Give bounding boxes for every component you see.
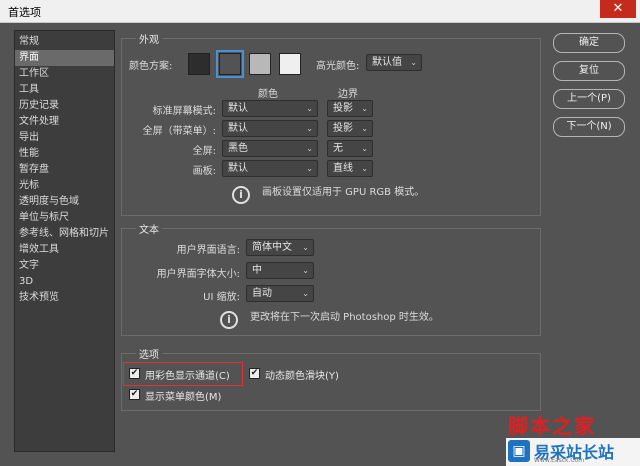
highlight-color-dropdown[interactable]: 默认值 ⌄ — [366, 54, 422, 71]
chevron-down-icon: ⌄ — [361, 164, 368, 173]
appearance-border-value: 直线 — [333, 163, 353, 174]
ui-font-size-label: 用户界面字体大小: — [156, 269, 240, 280]
appearance-border-dropdown[interactable]: 无 ⌄ — [327, 140, 373, 157]
sidebar-item[interactable]: 光标 — [15, 178, 114, 194]
sidebar-item[interactable]: 界面 — [15, 50, 114, 66]
appearance-title: 外观 — [136, 31, 162, 46]
watermark-easck-url: Www.Easck.Com — [534, 457, 585, 464]
appearance-border-value: 投影 — [333, 103, 353, 114]
appearance-color-dropdown[interactable]: 黑色 ⌄ — [222, 140, 318, 157]
appearance-border-value: 无 — [333, 143, 343, 154]
chevron-down-icon: ⌄ — [410, 58, 417, 67]
appearance-color-dropdown[interactable]: 默认 ⌄ — [222, 100, 318, 117]
appearance-row-label: 标准屏幕模式: — [152, 106, 216, 117]
appearance-color-value: 默认 — [228, 103, 248, 114]
sidebar-item[interactable]: 文字 — [15, 258, 114, 274]
sidebar-item[interactable]: 文件处理 — [15, 114, 114, 130]
ui-scale-label: UI 缩放: — [203, 292, 240, 303]
chevron-down-icon: ⌄ — [306, 124, 313, 133]
show-channels-in-color-checkbox[interactable]: ✔ — [129, 368, 140, 379]
ui-language-label: 用户界面语言: — [176, 245, 240, 256]
chevron-down-icon: ⌄ — [306, 104, 313, 113]
color-theme-swatch-lightest[interactable] — [279, 53, 301, 75]
chevron-down-icon: ⌄ — [306, 164, 313, 173]
watermark-jb51: 脚本之家 — [508, 414, 596, 438]
chevron-down-icon: ⌄ — [306, 144, 313, 153]
text-group-title: 文本 — [136, 221, 162, 236]
reset-button[interactable]: 复位 — [553, 61, 625, 81]
chevron-down-icon: ⌄ — [302, 243, 309, 252]
ui-language-value: 简体中文 — [252, 242, 292, 253]
ok-button[interactable]: 确定 — [553, 33, 625, 53]
appearance-color-value: 黑色 — [228, 143, 248, 154]
window-title: 首选项 — [8, 6, 41, 19]
sidebar-item[interactable]: 工具 — [15, 82, 114, 98]
show-menu-colors-label: 显示菜单颜色(M) — [145, 392, 222, 403]
sidebar-item[interactable]: 导出 — [15, 130, 114, 146]
show-channels-in-color-label: 用彩色显示通道(C) — [145, 371, 230, 382]
sidebar-item[interactable]: 工作区 — [15, 66, 114, 82]
color-theme-swatch-light[interactable] — [249, 53, 271, 75]
sidebar-item[interactable]: 单位与标尺 — [15, 210, 114, 226]
chevron-down-icon: ⌄ — [302, 266, 309, 275]
color-column-header: 颜色 — [258, 89, 278, 100]
appearance-border-value: 投影 — [333, 123, 353, 134]
appearance-row-label: 画板: — [192, 166, 216, 177]
ui-language-dropdown[interactable]: 简体中文 ⌄ — [246, 239, 314, 256]
sidebar-item[interactable]: 暂存盘 — [15, 162, 114, 178]
ui-font-size-value: 中 — [252, 265, 262, 276]
chevron-down-icon: ⌄ — [302, 289, 309, 298]
dynamic-color-sliders-label: 动态颜色滑块(Y) — [265, 371, 339, 382]
show-menu-colors-checkbox[interactable]: ✔ — [129, 389, 140, 400]
title-bar: 首选项 ✕ — [0, 0, 640, 23]
color-theme-label: 颜色方案: — [129, 61, 173, 72]
close-button[interactable]: ✕ — [600, 0, 636, 18]
highlight-color-value: 默认值 — [372, 57, 402, 68]
info-icon: i — [232, 186, 250, 204]
highlight-color-label: 高光颜色: — [316, 61, 360, 72]
appearance-color-dropdown[interactable]: 默认 ⌄ — [222, 160, 318, 177]
ui-scale-dropdown[interactable]: 自动 ⌄ — [246, 285, 314, 302]
appearance-info-text: 画板设置仅适用于 GPU RGB 模式。 — [262, 187, 425, 198]
chevron-down-icon: ⌄ — [361, 104, 368, 113]
sidebar: 常规 界面 工作区 工具 历史记录 文件处理 导出 性能 暂存盘 光标 透明度与色域 单位与标尺 参考线… — [14, 30, 115, 452]
sidebar-item[interactable]: 透明度与色域 — [15, 194, 114, 210]
sidebar-item[interactable]: 常规 — [15, 34, 114, 50]
text-info-text: 更改将在下一次启动 Photoshop 时生效。 — [250, 312, 439, 323]
dynamic-color-sliders-checkbox[interactable]: ✔ — [249, 368, 260, 379]
easck-logo-icon: ▣ — [508, 440, 530, 462]
appearance-color-value: 默认 — [228, 123, 248, 134]
appearance-border-dropdown[interactable]: 投影 ⌄ — [327, 120, 373, 137]
sidebar-item[interactable]: 历史记录 — [15, 98, 114, 114]
appearance-border-dropdown[interactable]: 投影 ⌄ — [327, 100, 373, 117]
chevron-down-icon: ⌄ — [361, 144, 368, 153]
sidebar-item[interactable]: 参考线、网格和切片 — [15, 226, 114, 242]
watermark-easck: ▣ 易采站长站 Www.Easck.Com — [506, 438, 640, 466]
previous-button[interactable]: 上一个(P) — [553, 89, 625, 109]
color-theme-swatch-darkest[interactable] — [188, 53, 210, 75]
border-column-header: 边界 — [338, 89, 358, 100]
next-button[interactable]: 下一个(N) — [553, 117, 625, 137]
appearance-border-dropdown[interactable]: 直线 ⌄ — [327, 160, 373, 177]
sidebar-item[interactable]: 增效工具 — [15, 242, 114, 258]
appearance-row-label: 全屏: — [192, 146, 216, 157]
close-icon: ✕ — [612, 1, 624, 16]
appearance-color-dropdown[interactable]: 默认 ⌄ — [222, 120, 318, 137]
chevron-down-icon: ⌄ — [361, 124, 368, 133]
info-icon: i — [220, 311, 238, 329]
appearance-row-label: 全屏（带菜单）: — [142, 126, 216, 137]
options-title: 选项 — [136, 346, 162, 361]
color-theme-swatch-dark[interactable] — [216, 50, 244, 78]
sidebar-item[interactable]: 技术预览 — [15, 290, 114, 306]
sidebar-item[interactable]: 性能 — [15, 146, 114, 162]
sidebar-item[interactable]: 3D — [15, 274, 114, 290]
appearance-color-value: 默认 — [228, 163, 248, 174]
ui-font-size-dropdown[interactable]: 中 ⌄ — [246, 262, 314, 279]
ui-scale-value: 自动 — [252, 288, 272, 299]
